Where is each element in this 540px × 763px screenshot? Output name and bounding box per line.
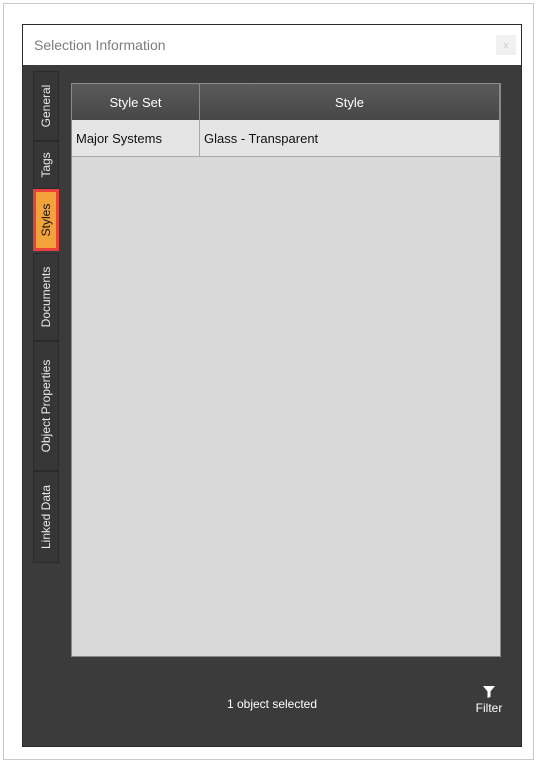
- tab-tags[interactable]: Tags: [33, 141, 59, 189]
- tab-label: Styles: [39, 203, 53, 237]
- tab-styles[interactable]: Styles: [33, 189, 59, 251]
- tab-label: Documents: [39, 266, 53, 328]
- column-header-style[interactable]: Style: [200, 84, 500, 120]
- filter-label: Filter: [475, 701, 503, 715]
- close-button[interactable]: x: [496, 35, 516, 55]
- tab-general[interactable]: General: [33, 71, 59, 141]
- table-row[interactable]: Major Systems Glass - Transparent: [72, 120, 500, 157]
- filter-icon: [483, 686, 495, 698]
- tab-label: Tags: [39, 152, 53, 178]
- filter-button[interactable]: Filter: [472, 685, 506, 715]
- tab-label: Object Properties: [39, 359, 53, 453]
- table-cell-style: Glass - Transparent: [200, 120, 500, 156]
- table-cell-style-set: Major Systems: [72, 120, 200, 156]
- tab-documents[interactable]: Documents: [33, 253, 59, 341]
- window-title: Selection Information: [34, 37, 166, 53]
- styles-table: Style Set Style Major Systems Glass - Tr…: [71, 83, 501, 657]
- tab-label: Linked Data: [39, 484, 53, 550]
- column-header-style-set[interactable]: Style Set: [72, 84, 200, 120]
- tab-object-properties[interactable]: Object Properties: [33, 341, 59, 471]
- table-header: Style Set Style: [72, 84, 500, 120]
- tab-linked-data[interactable]: Linked Data: [33, 471, 59, 563]
- selection-status: 1 object selected: [226, 697, 318, 711]
- title-bar: Selection Information x: [23, 25, 521, 65]
- selection-information-panel: Selection Information x General Tags Sty…: [22, 24, 522, 747]
- tab-label: General: [39, 84, 53, 128]
